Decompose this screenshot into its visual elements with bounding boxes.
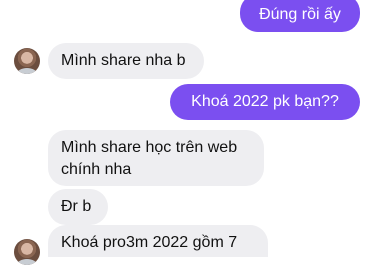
incoming-message[interactable]: Đr b: [48, 189, 108, 225]
avatar-shirt: [17, 259, 37, 265]
incoming-message[interactable]: Mình share học trên web chính nha: [48, 130, 264, 186]
contact-avatar[interactable]: [14, 239, 40, 265]
outgoing-message[interactable]: Đúng rồi ấy: [240, 0, 360, 32]
outgoing-message[interactable]: Khoá 2022 pk bạn??: [170, 84, 360, 120]
avatar-shirt: [17, 68, 37, 74]
incoming-message[interactable]: Mình share nha b: [48, 43, 204, 79]
contact-avatar[interactable]: [14, 48, 40, 74]
incoming-message[interactable]: Khoá pro3m 2022 gồm 7 khoá nhỏ: [48, 225, 268, 257]
